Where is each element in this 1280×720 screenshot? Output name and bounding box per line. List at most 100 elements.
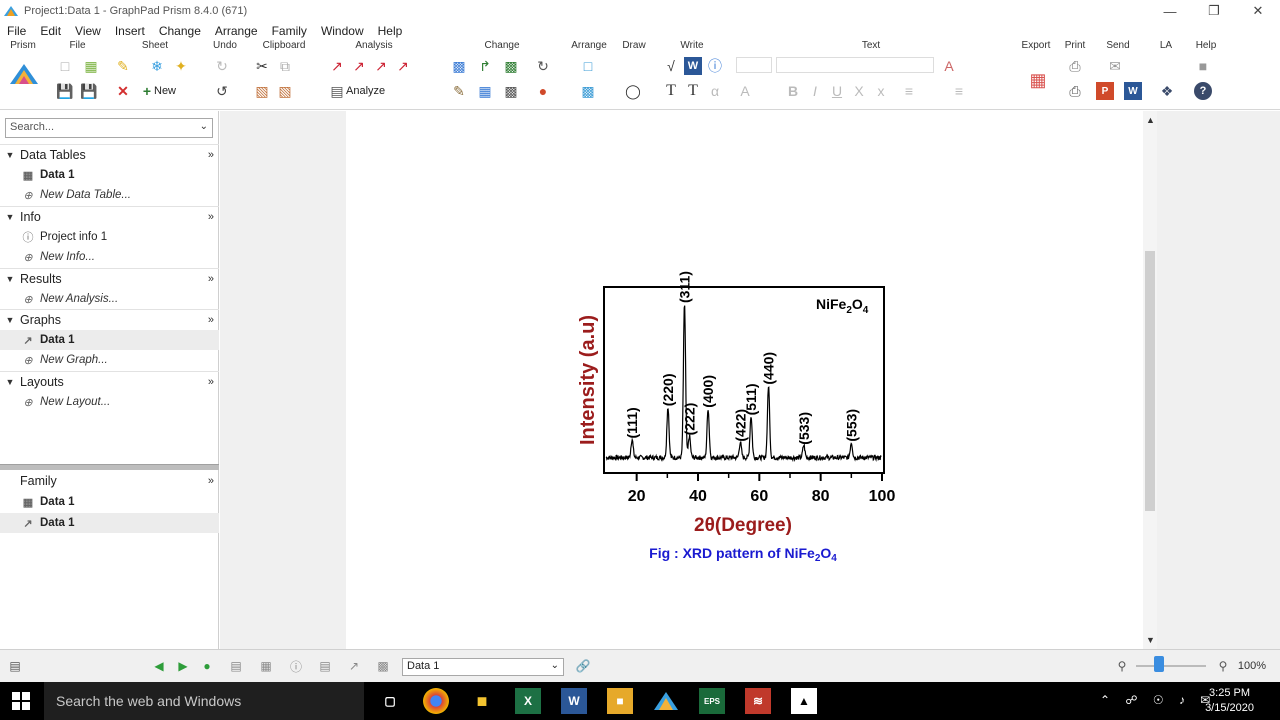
minimize-icon[interactable]: —	[1148, 0, 1192, 22]
new-file-icon[interactable]: □	[56, 57, 74, 75]
zoom-slider[interactable]	[1136, 665, 1206, 667]
powerpoint-icon[interactable]: P	[1096, 82, 1114, 100]
magic-wand-icon[interactable]: ✦	[172, 57, 190, 75]
family-item-data-table[interactable]: ▦ Data 1	[0, 492, 219, 512]
spectrum-app-icon[interactable]: ≋	[745, 688, 771, 714]
word-icon[interactable]: W	[684, 57, 702, 75]
sheet-view-icon[interactable]: ▤	[229, 659, 243, 673]
wand-icon[interactable]: ✎	[450, 82, 468, 100]
layout-view-icon[interactable]: ▩	[376, 659, 390, 673]
send-word-icon[interactable]: W	[1124, 82, 1142, 100]
sidebar-item-new-layout[interactable]: ⊕ New Layout...	[0, 392, 219, 412]
prism-logo-icon[interactable]	[9, 62, 39, 86]
section-family[interactable]: Family »	[0, 471, 219, 491]
underline-icon[interactable]: U	[828, 82, 846, 100]
change-graph-icon[interactable]: ▩	[450, 57, 468, 75]
link-icon[interactable]: 🔗	[576, 659, 591, 673]
scrollbar-thumb[interactable]	[1145, 251, 1155, 511]
task-view-icon[interactable]: ▢	[377, 688, 403, 714]
font-color-icon[interactable]: A	[940, 57, 958, 75]
menu-file[interactable]: File	[0, 24, 33, 38]
cut-icon[interactable]: ✂	[253, 57, 271, 75]
expand-panel-icon[interactable]: »	[208, 314, 214, 326]
menu-family[interactable]: Family	[265, 24, 314, 38]
print-preview-icon[interactable]: ⎙	[1066, 82, 1084, 100]
word-taskbar-icon[interactable]: W	[561, 688, 587, 714]
eps-toolbar-icon[interactable]: EPS	[699, 688, 725, 714]
save-icon[interactable]: 💾	[56, 82, 74, 100]
taskbar-clock[interactable]: 3:25 PM 3/15/2020	[1205, 686, 1254, 716]
analysis-curve-icon[interactable]: ↗	[350, 57, 368, 75]
new-button[interactable]: New	[154, 85, 176, 97]
sidebar-item-data-table[interactable]: ▦ Data 1	[0, 165, 219, 185]
image-viewer-icon[interactable]: ▲	[791, 688, 817, 714]
chrome-icon[interactable]	[423, 688, 449, 714]
toggle-navigator-icon[interactable]: ▤	[8, 659, 22, 673]
section-results[interactable]: ▼ Results »	[0, 268, 219, 288]
analyze-icon[interactable]: ▤	[328, 82, 346, 100]
zoom-out-icon[interactable]: ⚲	[1115, 659, 1129, 673]
sidebar-item-new-analysis[interactable]: ⊕ New Analysis...	[0, 289, 219, 309]
expand-panel-icon[interactable]: »	[208, 211, 214, 223]
grow-font-icon[interactable]: A	[736, 82, 754, 100]
chevron-down-icon[interactable]: ⌄	[200, 121, 208, 132]
menu-help[interactable]: Help	[371, 24, 410, 38]
scroll-up-icon[interactable]: ▲	[1146, 115, 1155, 125]
list-icon[interactable]: ≡	[950, 82, 968, 100]
align-icon[interactable]: ▩	[579, 82, 597, 100]
color-scheme-icon[interactable]: ●	[534, 82, 552, 100]
font-family-select[interactable]	[776, 57, 934, 73]
collapse-icon[interactable]: ▼	[0, 274, 20, 284]
format-icon[interactable]: ▦	[476, 82, 494, 100]
info-icon[interactable]: ⓘ	[706, 57, 724, 75]
excel-icon[interactable]: X	[515, 688, 541, 714]
font-size-select[interactable]	[736, 57, 772, 73]
help-icon[interactable]: ?	[1194, 82, 1212, 100]
menu-edit[interactable]: Edit	[33, 24, 68, 38]
xrd-chart[interactable]: 20 40 60 80 100 (111)(220)(311)(222)(400)(42…	[346, 111, 1143, 649]
data-table-view-icon[interactable]: ▦	[259, 659, 273, 673]
save-as-icon[interactable]: 💾	[80, 82, 98, 100]
snowflake-icon[interactable]: ❄	[148, 57, 166, 75]
sidebar-item-new-graph[interactable]: ⊕ New Graph...	[0, 350, 219, 370]
file-explorer-icon[interactable]: ■	[469, 688, 495, 714]
collapse-icon[interactable]: ▼	[0, 377, 20, 387]
redo-icon[interactable]: ↻	[213, 57, 231, 75]
analysis-chart-icon[interactable]: ↗	[328, 57, 346, 75]
email-icon[interactable]: ✉	[1106, 57, 1124, 75]
refresh-icon[interactable]: ↻	[534, 57, 552, 75]
analysis-plot-icon[interactable]: ↗	[394, 57, 412, 75]
la-cube-icon[interactable]: ❖	[1158, 82, 1176, 100]
folder-icon[interactable]: ■	[607, 688, 633, 714]
taskbar-search-input[interactable]: Search the web and Windows	[44, 682, 364, 720]
section-data-tables[interactable]: ▼ Data Tables »	[0, 144, 219, 164]
ellipse-icon[interactable]: ◯	[624, 82, 642, 100]
sidebar-item-new-data-table[interactable]: ⊕ New Data Table...	[0, 185, 219, 205]
open-file-icon[interactable]: ▦	[82, 57, 100, 75]
copy-icon[interactable]: ⧉	[276, 57, 294, 75]
collapse-icon[interactable]: ▼	[0, 212, 20, 222]
sidebar-item-project-info[interactable]: ⓘ Project info 1	[0, 227, 219, 247]
close-icon[interactable]: ✕	[1236, 0, 1280, 22]
prism-taskbar-icon[interactable]	[653, 688, 679, 714]
analysis-fit-icon[interactable]: ↗	[372, 57, 390, 75]
scroll-down-icon[interactable]: ▼	[1146, 635, 1155, 645]
change-axis-icon[interactable]: ↱	[476, 57, 494, 75]
section-info[interactable]: ▼ Info »	[0, 206, 219, 226]
export-tiff-icon[interactable]: ▦	[1026, 68, 1050, 92]
collapse-icon[interactable]: ▼	[0, 150, 20, 160]
section-graphs[interactable]: ▼ Graphs »	[0, 309, 219, 329]
print-icon[interactable]: ⎙	[1066, 57, 1084, 75]
symbol-icon[interactable]: α	[706, 82, 724, 100]
italic-icon[interactable]: I	[806, 82, 824, 100]
change-bars-icon[interactable]: ▩	[502, 57, 520, 75]
results-view-icon[interactable]: ▤	[318, 659, 332, 673]
windows-start-icon[interactable]	[12, 692, 30, 710]
menu-insert[interactable]: Insert	[108, 24, 152, 38]
family-item-graph[interactable]: ↗ Data 1	[0, 513, 219, 533]
equation-icon[interactable]: √	[662, 57, 680, 75]
superscript-icon[interactable]: X	[850, 82, 868, 100]
layers-icon[interactable]: ▩	[502, 82, 520, 100]
expand-panel-icon[interactable]: »	[208, 475, 214, 487]
subscript-icon[interactable]: x	[872, 82, 890, 100]
